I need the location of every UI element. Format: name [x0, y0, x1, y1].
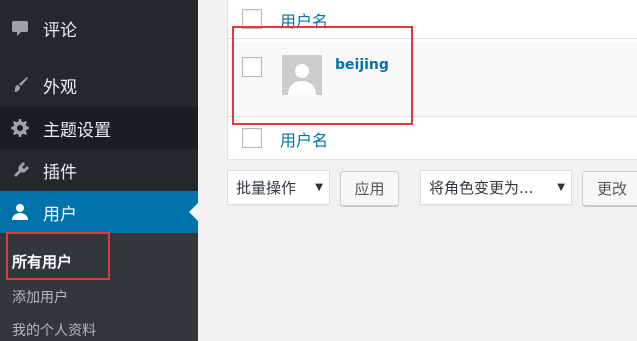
role-change-select[interactable]: 将角色变更为... ▼ — [420, 170, 572, 205]
bulk-action-value: 批量操作 — [236, 179, 297, 197]
menu-item-comments[interactable]: 评论 — [0, 7, 198, 49]
user-icon — [10, 202, 30, 222]
menu-label: 外观 — [43, 77, 77, 98]
role-change-value: 将角色变更为... — [429, 179, 534, 197]
comment-icon — [10, 18, 30, 38]
menu-label: 评论 — [43, 20, 77, 41]
gear-icon — [10, 118, 30, 138]
plugin-icon — [10, 160, 30, 180]
menu-item-plugins[interactable]: 插件 — [0, 149, 198, 191]
column-username-footer[interactable]: 用户名 — [280, 127, 328, 151]
menu-label: 主题设置 — [43, 120, 111, 141]
menu-item-appearance[interactable]: 外观 — [0, 64, 198, 106]
submenu-profile[interactable]: 我的个人资料 — [12, 320, 96, 340]
change-role-button[interactable]: 更改 — [582, 171, 637, 206]
dropdown-arrow-icon: ▼ — [315, 182, 323, 193]
admin-sidebar: 评论 外观 主题设置 插件 用户 所有用户 添加用户 我的个人资料 — [0, 0, 198, 341]
current-menu-arrow — [189, 203, 198, 221]
apply-button[interactable]: 应用 — [340, 171, 399, 206]
menu-item-users[interactable]: 用户 — [0, 191, 198, 233]
menu-item-theme-settings[interactable]: 主题设置 — [0, 107, 198, 149]
annotation-highlight-user-row — [232, 26, 413, 125]
menu-label: 插件 — [43, 162, 77, 183]
paintbrush-icon — [10, 75, 30, 95]
bulk-action-select[interactable]: 批量操作 ▼ — [227, 170, 330, 205]
annotation-highlight-all-users — [6, 232, 110, 280]
submenu-add-user[interactable]: 添加用户 — [12, 287, 68, 307]
select-all-checkbox-footer[interactable] — [242, 128, 262, 148]
menu-label: 用户 — [43, 204, 77, 225]
dropdown-arrow-icon: ▼ — [557, 182, 565, 193]
